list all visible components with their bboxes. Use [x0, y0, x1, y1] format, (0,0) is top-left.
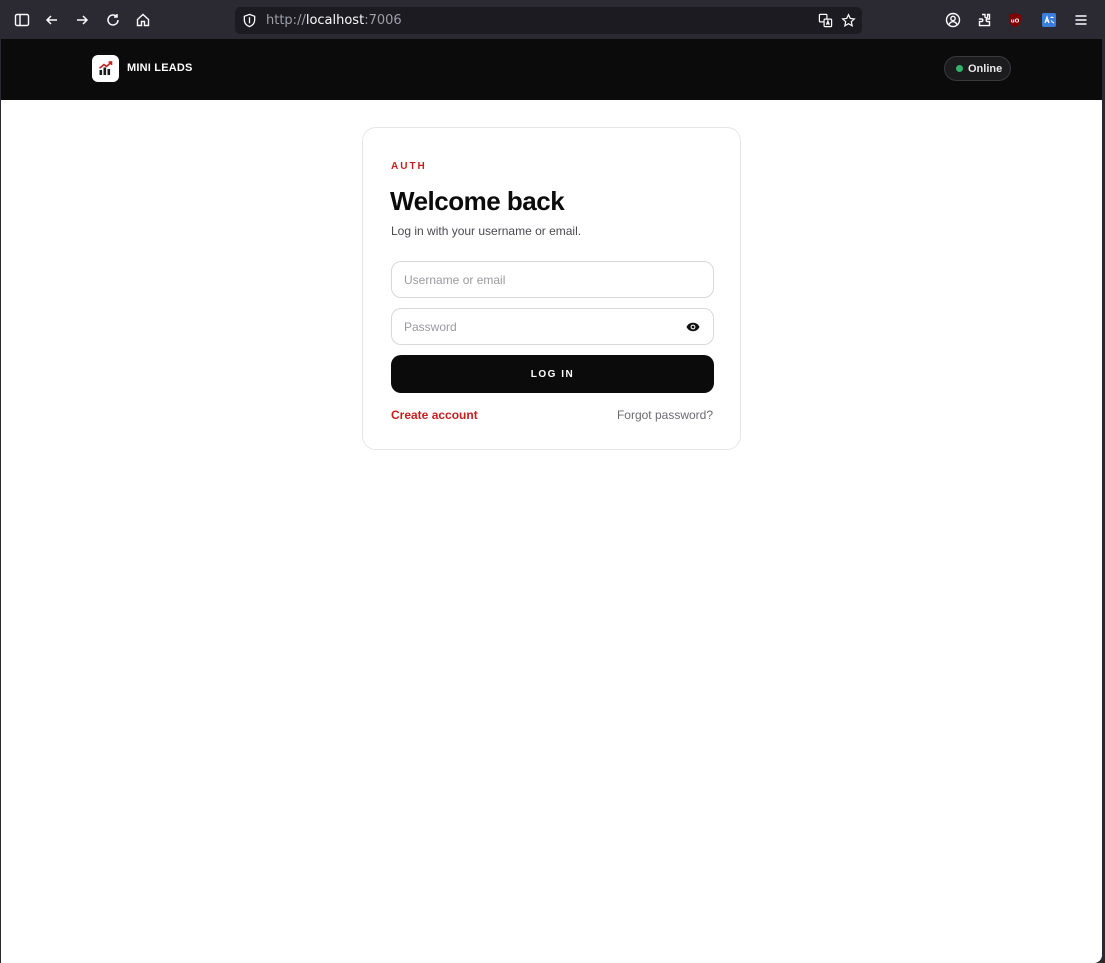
page-viewport: MINI LEADS Online AUTH Welcome back Log …	[1, 39, 1102, 963]
section-eyebrow: AUTH	[391, 161, 427, 172]
bar-chart-arrow-icon	[98, 61, 113, 75]
create-account-link[interactable]: Create account	[391, 408, 478, 422]
logo[interactable]	[92, 55, 119, 82]
password-input[interactable]	[391, 308, 714, 345]
login-button[interactable]: LOG IN	[391, 355, 714, 393]
browser-toolbar: http://localhost:7006 uO	[0, 0, 1105, 39]
menu-icon[interactable]	[1072, 11, 1090, 29]
forgot-password-link[interactable]: Forgot password?	[617, 408, 713, 422]
url-suffix: :7006	[364, 13, 402, 28]
status-text: Online	[968, 63, 1003, 75]
login-card: AUTH Welcome back Log in with your usern…	[362, 127, 741, 450]
back-icon[interactable]	[42, 10, 62, 30]
sidebar-toggle-icon[interactable]	[12, 10, 32, 30]
status-badge: Online	[944, 56, 1011, 81]
app-header: MINI LEADS Online	[1, 39, 1102, 100]
page-title: Welcome back	[390, 186, 565, 216]
status-dot	[956, 65, 963, 72]
username-input[interactable]	[391, 261, 714, 298]
extensions-icon[interactable]	[975, 11, 993, 29]
home-icon[interactable]	[133, 10, 153, 30]
reload-icon[interactable]	[103, 10, 123, 30]
url-host: localhost	[305, 13, 365, 28]
address-bar[interactable]: http://localhost:7006	[235, 7, 862, 34]
forward-icon[interactable]	[72, 10, 92, 30]
bookmark-star-icon[interactable]	[841, 13, 856, 28]
ublock-icon[interactable]: uO	[1006, 11, 1024, 29]
url-text: http://localhost:7006	[266, 13, 402, 28]
page-subtitle: Log in with your username or email.	[391, 224, 582, 238]
show-password-button[interactable]	[685, 320, 701, 334]
brand-name[interactable]: MINI LEADS	[127, 62, 193, 74]
url-prefix: http://	[266, 13, 306, 28]
svg-text:uO: uO	[1011, 19, 1020, 25]
translator-extension-icon[interactable]	[1040, 11, 1058, 29]
eye-icon	[686, 322, 700, 332]
account-icon[interactable]	[944, 11, 962, 29]
shield-icon	[243, 13, 256, 28]
translate-icon[interactable]	[818, 13, 833, 28]
